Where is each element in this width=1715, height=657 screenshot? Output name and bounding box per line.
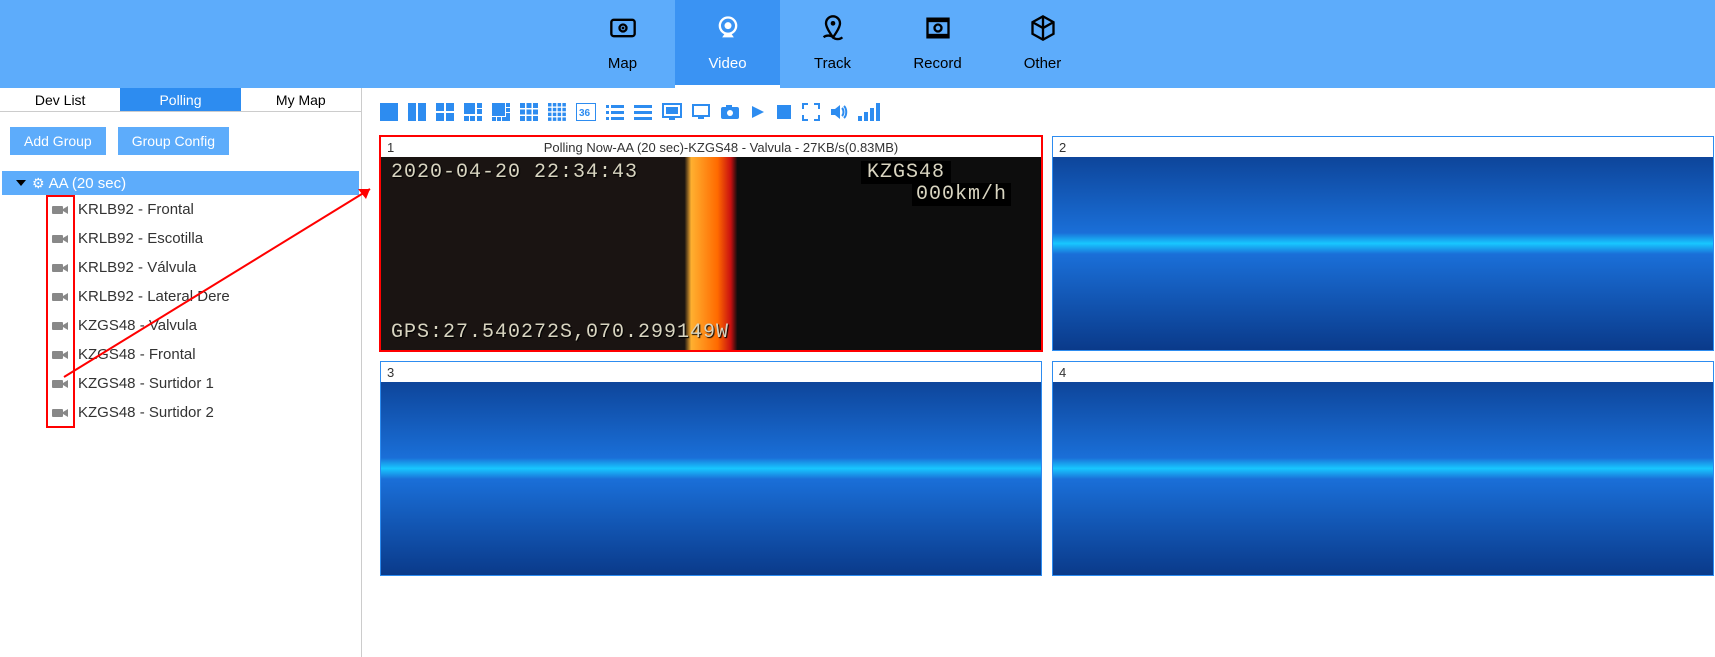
- cube-icon: [1029, 14, 1057, 49]
- osd-device-id: KZGS48: [861, 161, 951, 184]
- nav-track[interactable]: Track: [780, 0, 885, 88]
- nav-track-label: Track: [814, 55, 851, 72]
- nav-record[interactable]: Record: [885, 0, 990, 88]
- screen-small-icon[interactable]: [692, 104, 710, 120]
- osd-timestamp: 2020-04-20 22:34:43: [391, 161, 638, 184]
- track-pin-icon: [819, 14, 847, 49]
- layout-1p7-icon[interactable]: [492, 103, 510, 121]
- video-tile-2[interactable]: 2: [1052, 136, 1714, 351]
- signal-bars-icon[interactable]: [858, 103, 880, 121]
- nav-video[interactable]: Video: [675, 0, 780, 88]
- record-film-icon: [924, 14, 952, 49]
- webcam-icon: [714, 14, 742, 49]
- video-tile-4[interactable]: 4: [1052, 361, 1714, 576]
- nav-record-label: Record: [913, 55, 961, 72]
- tab-polling[interactable]: Polling: [120, 88, 240, 111]
- osd-gps: GPS:27.540272S,070.299149W: [391, 321, 729, 344]
- main-panel: 36 1 Polling Now-AA (20 sec)-KZGS48 - Va…: [362, 88, 1715, 657]
- gear-icon: ⚙: [32, 175, 45, 192]
- tile-number: 3: [387, 365, 407, 380]
- layout-1x1-icon[interactable]: [380, 103, 398, 121]
- video-tile-1[interactable]: 1 Polling Now-AA (20 sec)-KZGS48 - Valvu…: [380, 136, 1042, 351]
- video-toolbar: 36: [380, 98, 1715, 126]
- nav-other-label: Other: [1024, 55, 1062, 72]
- layout-1p5-icon[interactable]: [464, 103, 482, 121]
- layout-4x4-icon[interactable]: [548, 103, 566, 121]
- layout-3x3-icon[interactable]: [520, 103, 538, 121]
- nav-video-label: Video: [708, 55, 746, 72]
- add-group-button[interactable]: Add Group: [10, 127, 106, 155]
- tile-title: Polling Now-AA (20 sec)-KZGS48 - Valvula…: [407, 140, 1035, 155]
- video-grid: 1 Polling Now-AA (20 sec)-KZGS48 - Valvu…: [380, 136, 1715, 576]
- device-tree: ⚙ AA (20 sec) KRLB92 - Frontal KRLB92 - …: [0, 171, 361, 427]
- layout-2x2-icon[interactable]: [436, 103, 454, 121]
- caret-down-icon: [16, 180, 26, 186]
- layout-36-icon[interactable]: 36: [576, 103, 596, 121]
- osd-speed: 000km/h: [912, 183, 1011, 206]
- tile-number: 2: [1059, 140, 1079, 155]
- tile-number: 1: [387, 140, 407, 155]
- stop-icon[interactable]: [776, 104, 792, 120]
- camera-snapshot-icon[interactable]: [720, 104, 740, 120]
- map-eye-icon: [609, 14, 637, 49]
- list-alt-icon[interactable]: [634, 103, 652, 121]
- nav-other[interactable]: Other: [990, 0, 1095, 88]
- nav-map[interactable]: Map: [570, 0, 675, 88]
- group-config-button[interactable]: Group Config: [118, 127, 229, 155]
- tile-number: 4: [1059, 365, 1079, 380]
- svg-text:36: 36: [579, 108, 591, 119]
- annotation-arrow: [54, 181, 384, 381]
- video-tile-3[interactable]: 3: [380, 361, 1042, 576]
- tab-mymap[interactable]: My Map: [241, 88, 361, 111]
- layout-2col-icon[interactable]: [408, 103, 426, 121]
- play-icon[interactable]: [750, 104, 766, 120]
- cam-label: KZGS48 - Surtidor 2: [78, 404, 214, 421]
- fullscreen-icon[interactable]: [802, 103, 820, 121]
- screen-icon[interactable]: [662, 103, 682, 121]
- sidebar: Dev List Polling My Map Add Group Group …: [0, 88, 362, 657]
- list-icon[interactable]: [606, 103, 624, 121]
- top-navbar: Map Video Track Record Other: [0, 0, 1715, 88]
- speaker-icon[interactable]: [830, 104, 848, 120]
- tab-devlist[interactable]: Dev List: [0, 88, 120, 111]
- nav-map-label: Map: [608, 55, 637, 72]
- video-feed: 2020-04-20 22:34:43 KZGS48 000km/h GPS:2…: [381, 157, 1041, 350]
- sidebar-tabs: Dev List Polling My Map: [0, 88, 361, 112]
